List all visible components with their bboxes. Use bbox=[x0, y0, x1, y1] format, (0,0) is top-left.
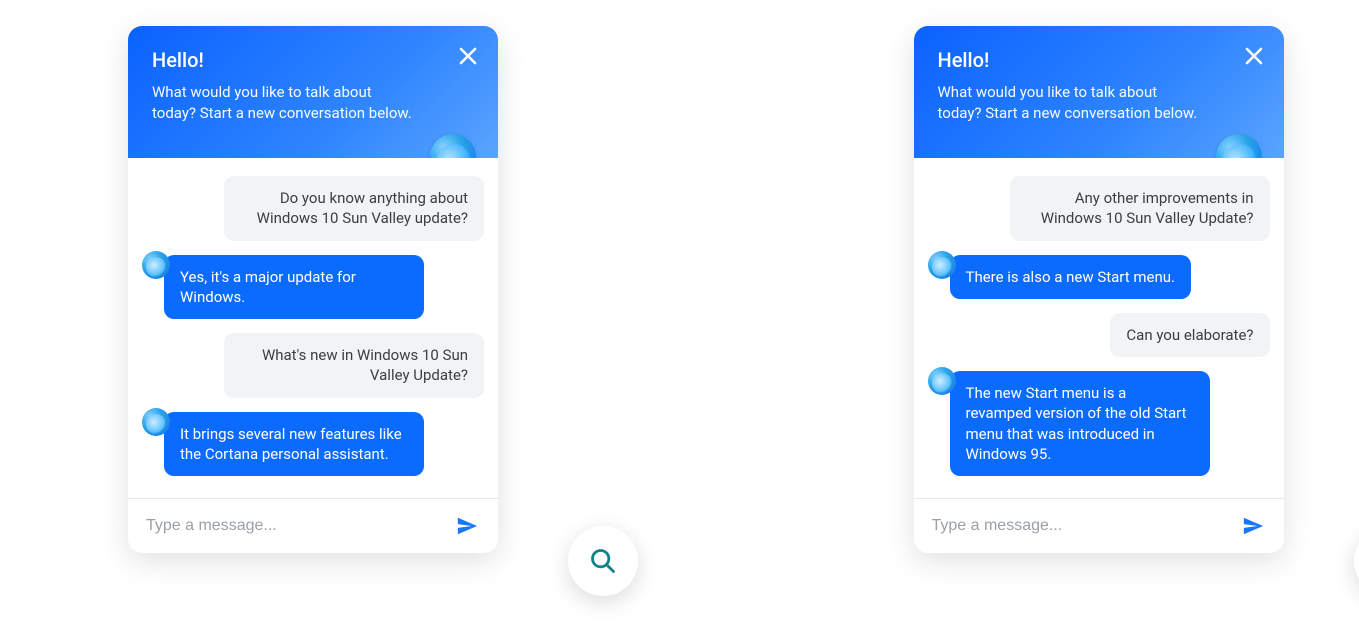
send-button[interactable] bbox=[1240, 513, 1266, 539]
message-row: Do you know anything about Windows 10 Su… bbox=[142, 176, 484, 241]
chat-window: Hello! What would you like to talk about… bbox=[914, 26, 1284, 553]
message-row: Any other improvements in Windows 10 Sun… bbox=[928, 176, 1270, 241]
chat-body[interactable]: Any other improvements in Windows 10 Sun… bbox=[914, 158, 1284, 498]
chat-title: Hello! bbox=[938, 48, 1260, 72]
search-fab[interactable] bbox=[1354, 526, 1359, 596]
message-row: Can you elaborate? bbox=[928, 313, 1270, 357]
bot-avatar-icon bbox=[928, 367, 956, 395]
chat-subtitle: What would you like to talk about today?… bbox=[938, 82, 1198, 124]
message-input[interactable] bbox=[146, 517, 444, 535]
chat-title: Hello! bbox=[152, 48, 474, 72]
send-button[interactable] bbox=[454, 513, 480, 539]
bot-message: It brings several new features like the … bbox=[164, 412, 424, 477]
chat-column-2: Hello! What would you like to talk about… bbox=[914, 26, 1359, 553]
message-row: There is also a new Start menu. bbox=[928, 255, 1270, 299]
message-row: The new Start menu is a revamped version… bbox=[928, 371, 1270, 476]
chat-window: Hello! What would you like to talk about… bbox=[128, 26, 498, 553]
message-input[interactable] bbox=[932, 517, 1230, 535]
chat-input-bar bbox=[128, 498, 498, 553]
close-icon bbox=[1244, 46, 1264, 66]
bot-message: Yes, it's a major update for Windows. bbox=[164, 255, 424, 320]
user-message: Can you elaborate? bbox=[1110, 313, 1269, 357]
chat-input-bar bbox=[914, 498, 1284, 553]
bot-message: The new Start menu is a revamped version… bbox=[950, 371, 1210, 476]
close-button[interactable] bbox=[456, 44, 480, 68]
message-row: Yes, it's a major update for Windows. bbox=[142, 255, 484, 320]
message-row: It brings several new features like the … bbox=[142, 412, 484, 477]
user-message: What's new in Windows 10 Sun Valley Upda… bbox=[224, 333, 484, 398]
message-row: What's new in Windows 10 Sun Valley Upda… bbox=[142, 333, 484, 398]
bot-avatar-icon bbox=[142, 251, 170, 279]
chat-body[interactable]: Do you know anything about Windows 10 Su… bbox=[128, 158, 498, 498]
bot-avatar-icon bbox=[142, 408, 170, 436]
search-fab[interactable] bbox=[568, 526, 638, 596]
send-icon bbox=[456, 515, 478, 537]
chat-header: Hello! What would you like to talk about… bbox=[914, 26, 1284, 158]
user-message: Do you know anything about Windows 10 Su… bbox=[224, 176, 484, 241]
chat-column-1: Hello! What would you like to talk about… bbox=[128, 26, 574, 553]
chat-header: Hello! What would you like to talk about… bbox=[128, 26, 498, 158]
search-icon bbox=[589, 547, 617, 575]
bot-avatar-icon bbox=[928, 251, 956, 279]
user-message: Any other improvements in Windows 10 Sun… bbox=[1010, 176, 1270, 241]
chat-subtitle: What would you like to talk about today?… bbox=[152, 82, 412, 124]
send-icon bbox=[1242, 515, 1264, 537]
bot-message: There is also a new Start menu. bbox=[950, 255, 1192, 299]
close-icon bbox=[458, 46, 478, 66]
close-button[interactable] bbox=[1242, 44, 1266, 68]
page-stage: Hello! What would you like to talk about… bbox=[0, 0, 1359, 553]
